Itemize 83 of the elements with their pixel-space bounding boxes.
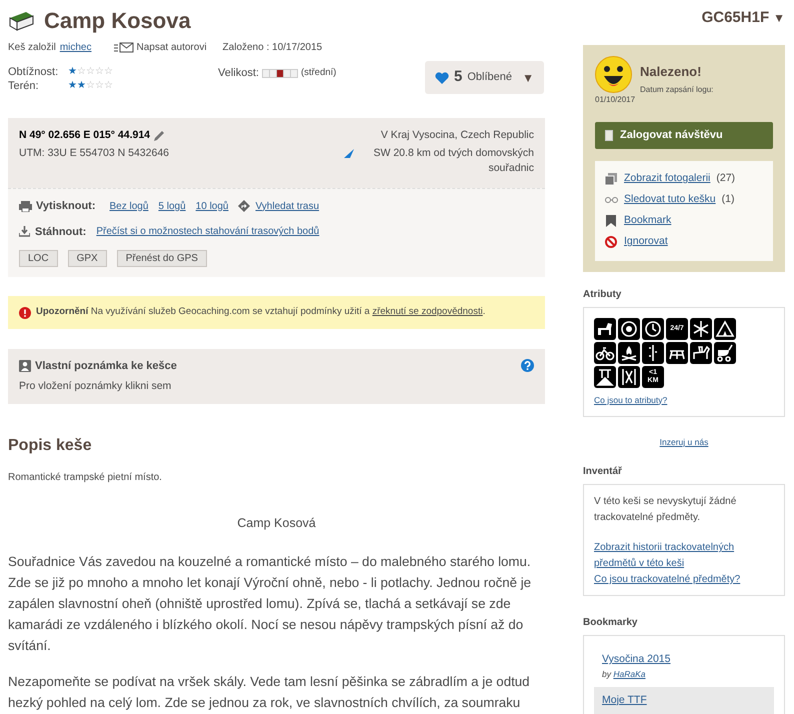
author-link[interactable]: HaRaKa [613,668,646,679]
download-button[interactable]: GPX [68,250,107,267]
owner-label: Keš založil [8,41,56,55]
bookmark-list-link[interactable]: Vysočina 2015 [602,652,670,668]
download-button[interactable]: LOC [19,250,58,267]
star-rating: ★★☆☆☆ [68,81,113,91]
bookmark-icon [605,215,618,227]
prohibited-icon [605,236,618,248]
sidebar-heading: Atributy [583,288,622,302]
direction-arrow-icon [344,148,354,158]
action-link[interactable]: Sledovat tuto kešku [624,192,716,208]
coordinates: N 49° 02.656 E 015° 44.914 [19,128,150,143]
alert-icon [19,306,31,318]
caret-icon: ▼ [522,68,534,86]
glasses-icon [605,194,618,206]
smiley-icon [595,56,632,93]
inventory-text: V této keši se nevyskytují žádné trackovatelné předměty. [594,495,738,525]
inventory-link[interactable]: Zobrazit historii trackovatelných předmětů v této keši [594,540,774,572]
description-summary: Romantické trampské pietní místo. [8,471,163,485]
action-link[interactable]: Zobrazit fotogalerii [624,171,710,187]
inventory-link[interactable]: Co jsou trackovatelné předměty? [594,572,774,588]
envelope-icon [114,42,134,53]
star-rating: ★☆☆☆☆ [68,67,113,77]
cache-code: GC65H1F [702,8,770,28]
directions-icon [238,200,250,212]
action-count: (27) [716,171,736,186]
print-link[interactable]: 10 logů [196,198,228,214]
print-link[interactable]: Bez logů [110,198,148,214]
favorites-button[interactable]: 5 Oblíbené ▼ [425,61,544,94]
personal-note-panel[interactable]: Vlastní poznámka ke kešce Pro vložení poznámky klikni sem [8,349,545,404]
disclaimer-link[interactable]: zřeknutí se zodpovědnosti [372,306,483,318]
favorites-count: 5 [454,67,462,88]
bookmark-list-item[interactable]: Moje TTF [594,686,774,714]
description-subtitle: Camp Kosová [236,515,317,532]
home-distance: SW 20.8 km od tvých domovských souřadnic [372,146,534,176]
logbook-icon [605,130,613,140]
pencil-icon [153,130,165,142]
description-paragraph: Nezapomeňte se podívat na vršek skály. Vede tam lesní pěšinka se zábradlím a je odtud hezký pohled na celý lom. Zde se jednou za rok, ve slavnostních chvílích, za soumraku [8,672,531,712]
note-title: Vlastní poznámka ke kešce [35,359,177,374]
download-icon [19,226,30,238]
size-value: (střední) [300,66,336,80]
log-date: 01/10/2017 [595,94,636,106]
cache-box-icon [8,10,34,32]
log-date-label: Datum zapsání logu: [640,84,714,96]
action-count: (1) [722,192,734,208]
size-meter [262,68,298,78]
note-person-icon [19,360,31,372]
download-info-link[interactable]: Přečíst si o možnostech stahování trasových bodů [96,224,320,240]
bookmark-author: by HaRaKa [602,668,646,680]
log-visit-button[interactable]: Zalogovat návštěvu [595,122,773,148]
log-status: Nalezeno! [640,63,702,81]
advertise-link[interactable]: Inzeruj u nás [660,437,708,448]
utm-coordinates: UTM: 33U E 554703 N 5432646 [19,146,170,161]
gallery-icon [605,173,618,185]
owner-link[interactable]: michec [60,40,92,55]
note-text: Pro vložení poznámky klikni sem [19,378,172,394]
warning-text: Upozornění Na využívání služeb Geocaching.com se vztahují podmínky užití a zřeknutí se zodpovědnosti. [36,305,486,320]
sidebar-heading: Bookmarky [583,616,638,630]
region: V Kraj Vysocina, Czech Republic [380,128,534,143]
bookmark-list-item[interactable]: Vysočina 2015 by HaRaKa [594,646,774,686]
print-link[interactable]: 5 logů [158,198,186,214]
section-heading: Popis keše [8,436,93,456]
cache-title: Camp Kosova [44,7,191,35]
rating-label: Terén: [8,78,40,94]
favorites-label: Oblíbené [467,70,512,86]
sidebar-heading: Inventář [583,465,623,479]
download-label: Stáhnout: [35,224,86,240]
attributes-help-link[interactable]: Co jsou to atributy? [594,394,774,406]
caret-icon[interactable]: ▼ [773,9,785,27]
printer-icon [19,200,32,212]
route-link[interactable]: Vyhledat trasu [255,198,320,214]
action-link[interactable]: Bookmark [624,213,672,229]
description-paragraph: Souřadnice Vás zavedou na kouzelné a romantické místo – do malebného starého lomu. Zde se již po mnoho a mnoho let konají Výroční ohně, nebo - li potlachy. Jednou ročně je zapálen slavnostní oheň (ohniště uprostřed lomu). Zpívá se, tlachá a setkávají se zde kamarádi ze vzdáleného i blízkého okolí. Nocí se nesou nápěvy trampských písní až do svítání. [8,552,532,655]
size-label: Velikost: [218,66,259,81]
help-icon[interactable] [521,359,534,372]
bookmark-list-link[interactable]: Moje TTF [602,692,647,708]
action-link[interactable]: Ignorovat [624,234,668,250]
hidden-date: Založeno : 10/17/2015 [222,41,322,55]
download-button[interactable]: Přenést do GPS [116,250,207,267]
message-owner-link[interactable]: Napsat autorovi [114,40,207,55]
print-label: Vytisknout: [36,199,96,214]
rating-label: Obtížnost: [8,64,60,80]
heart-icon [435,72,449,84]
